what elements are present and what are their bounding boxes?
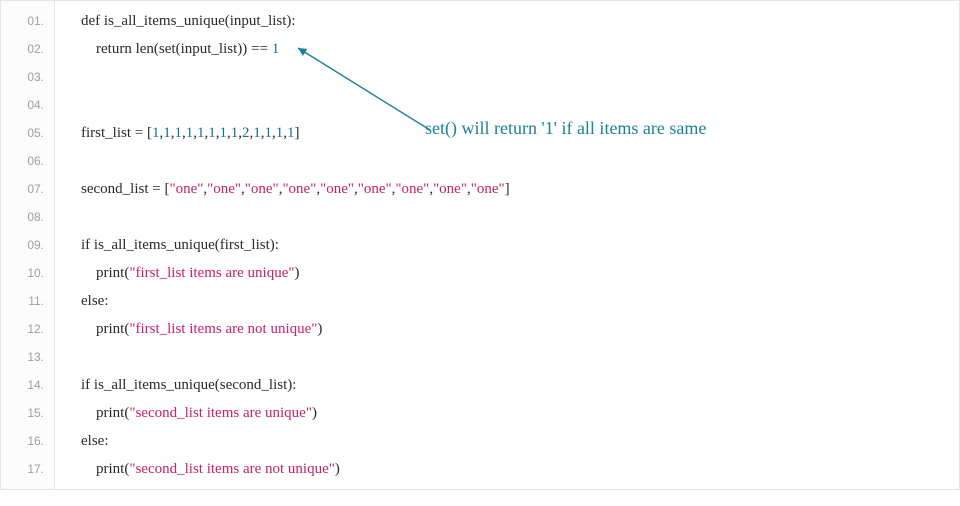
code-line: first_list = [1,1,1,1,1,1,1,1,2,1,1,1,1] <box>81 119 959 147</box>
code-block: 01. 02. 03. 04. 05. 06. 07. 08. 09. 10. … <box>0 0 960 490</box>
code-line <box>81 343 959 371</box>
line-number: 04. <box>1 91 54 119</box>
keyword-if: if <box>81 377 90 393</box>
code-line: if is_all_items_unique(second_list): <box>81 371 959 399</box>
line-number: 09. <box>1 231 54 259</box>
code-line: print("first_list items are not unique") <box>81 315 959 343</box>
code-line: def is_all_items_unique(input_list): <box>81 7 959 35</box>
line-number: 03. <box>1 63 54 91</box>
line-number: 10. <box>1 259 54 287</box>
builtin-print: print <box>96 321 124 337</box>
line-number-gutter: 01. 02. 03. 04. 05. 06. 07. 08. 09. 10. … <box>1 1 55 489</box>
string-literal: "one" <box>169 181 203 197</box>
keyword-else: else <box>81 293 104 309</box>
line-number: 16. <box>1 427 54 455</box>
number-literal: 1 <box>163 125 171 141</box>
string-literal: "second_list items are unique" <box>129 405 312 421</box>
string-literal: "one" <box>358 181 392 197</box>
param: input_list <box>230 13 287 29</box>
line-number: 08. <box>1 203 54 231</box>
line-number: 07. <box>1 175 54 203</box>
number-literal: 1 <box>208 125 216 141</box>
builtin-print: print <box>96 405 124 421</box>
line-number: 11. <box>1 287 54 315</box>
code-line <box>81 203 959 231</box>
string-literal: "first_list items are not unique" <box>129 321 317 337</box>
line-number: 13. <box>1 343 54 371</box>
code-line: return len(set(input_list)) == 1 <box>81 35 959 63</box>
string-literal: "one" <box>395 181 429 197</box>
code-line: else: <box>81 427 959 455</box>
code-area: def is_all_items_unique(input_list): ret… <box>55 1 959 489</box>
string-literal: "second_list items are not unique" <box>129 461 335 477</box>
code-line: second_list = ["one","one","one","one","… <box>81 175 959 203</box>
string-literal: "one" <box>320 181 354 197</box>
code-line <box>81 63 959 91</box>
string-literal: "one" <box>245 181 279 197</box>
number-literal: 1 <box>219 125 227 141</box>
string-literal: "one" <box>471 181 505 197</box>
keyword-return: return <box>96 41 132 57</box>
number-literal: 1 <box>264 125 272 141</box>
code-line <box>81 91 959 119</box>
builtin-print: print <box>96 265 124 281</box>
keyword-if: if <box>81 237 90 253</box>
code-line: print("first_list items are unique") <box>81 259 959 287</box>
line-number: 17. <box>1 455 54 483</box>
line-number: 15. <box>1 399 54 427</box>
line-number: 12. <box>1 315 54 343</box>
number-literal: 1 <box>253 125 261 141</box>
string-literal: "one" <box>207 181 241 197</box>
code-line: print("second_list items are unique") <box>81 399 959 427</box>
string-literal: "one" <box>282 181 316 197</box>
string-literal: "one" <box>433 181 467 197</box>
keyword-else: else <box>81 433 104 449</box>
line-number: 05. <box>1 119 54 147</box>
colon: : <box>291 13 295 29</box>
code-line: if is_all_items_unique(first_list): <box>81 231 959 259</box>
builtin-print: print <box>96 461 124 477</box>
keyword-def: def <box>81 13 100 29</box>
line-number: 02. <box>1 35 54 63</box>
function-name: is_all_items_unique <box>104 13 225 29</box>
string-literal: "first_list items are unique" <box>129 265 294 281</box>
number-literal: 1 <box>174 125 182 141</box>
builtin-set: set <box>159 41 176 57</box>
number-literal: 1 <box>272 41 280 57</box>
line-number: 06. <box>1 147 54 175</box>
line-number: 14. <box>1 371 54 399</box>
code-line <box>81 147 959 175</box>
builtin-len: len <box>136 41 154 57</box>
line-number: 01. <box>1 7 54 35</box>
code-line: print("second_list items are not unique"… <box>81 455 959 483</box>
code-line: else: <box>81 287 959 315</box>
